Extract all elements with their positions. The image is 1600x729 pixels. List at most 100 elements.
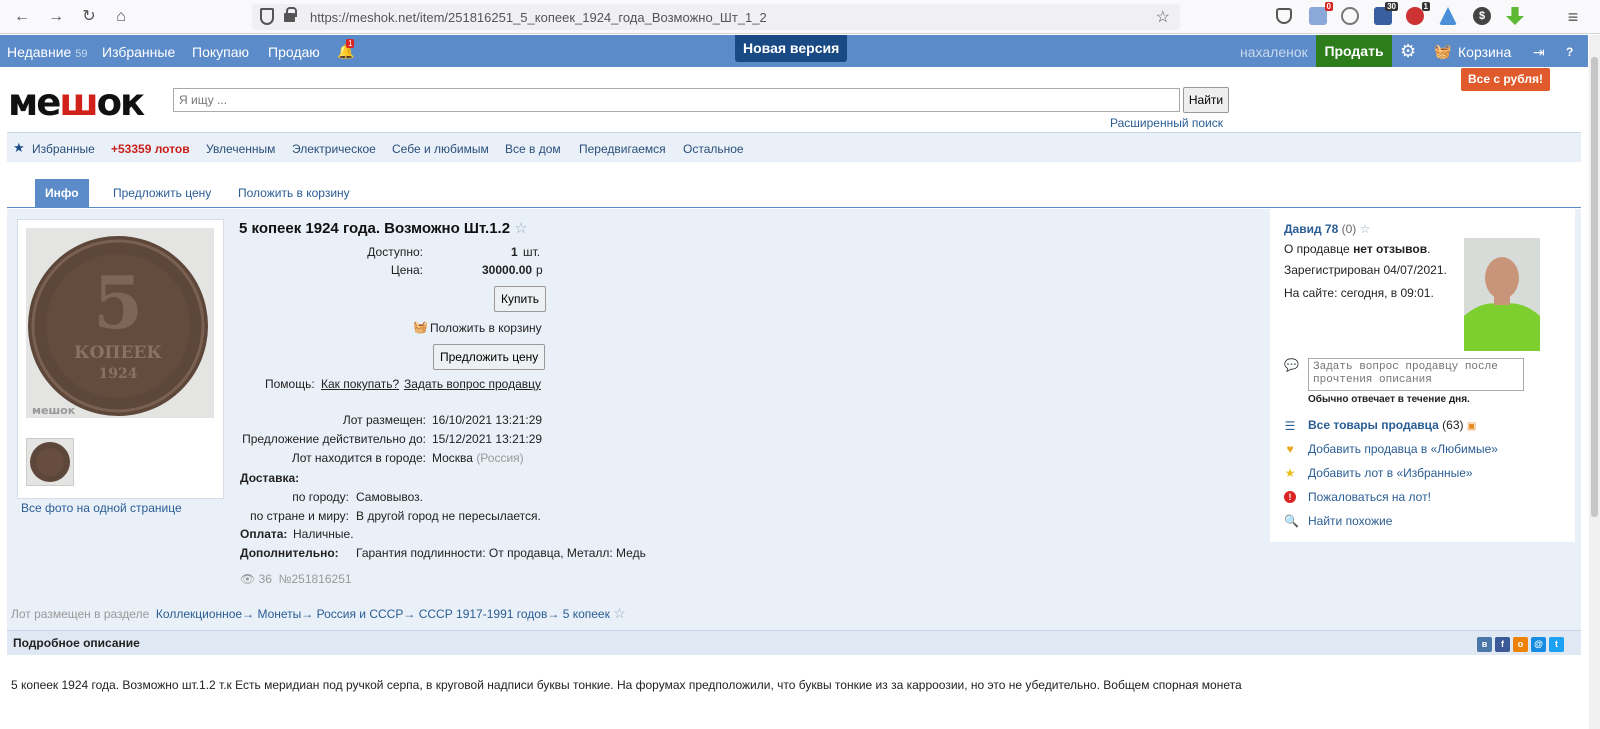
tab-offer-price[interactable]: Предложить цену — [103, 179, 221, 208]
breadcrumb-item[interactable]: Россия и СССР — [317, 607, 404, 621]
extension-icon[interactable]: 30 — [1374, 2, 1398, 25]
nav-recent[interactable]: Недавние 59 — [7, 44, 87, 60]
cart-icon[interactable]: 🧺 — [1434, 43, 1451, 60]
breadcrumb-item[interactable]: Коллекционное — [156, 607, 242, 621]
cat-item[interactable]: Увлеченным — [206, 142, 275, 156]
payment-label: Оплата: — [240, 527, 288, 541]
bookmark-star-icon[interactable]: ☆ — [1156, 7, 1170, 27]
breadcrumb-item[interactable]: Монеты — [257, 607, 301, 621]
rss-icon[interactable]: ▣ — [1467, 421, 1476, 432]
add-to-cart-link[interactable]: Положить в корзину — [430, 321, 542, 335]
breadcrumb-prefix: Лот размещен в разделе — [11, 607, 150, 621]
mailru-icon[interactable]: @ — [1531, 637, 1546, 652]
bell-badge: 1 — [346, 39, 355, 48]
sell-button[interactable]: Продать — [1316, 35, 1392, 67]
cat-new-lots[interactable]: +53359 лотов — [111, 142, 190, 156]
username[interactable]: нахаленок — [1240, 44, 1308, 60]
seller-avatar[interactable] — [1464, 238, 1540, 351]
nav-buying[interactable]: Покупаю — [192, 44, 249, 60]
forward-arrow-icon[interactable]: → — [46, 7, 66, 27]
cart-add-icon: 🧺 — [413, 320, 428, 334]
download-icon[interactable] — [1506, 7, 1524, 25]
cat-item[interactable]: Остальное — [683, 142, 744, 156]
globe-icon[interactable] — [1341, 7, 1359, 25]
breadcrumb-item[interactable]: 5 копеек — [563, 607, 610, 621]
payment-value: Наличные. — [293, 527, 354, 541]
how-to-buy-link[interactable]: Как покупать? — [321, 377, 399, 391]
available-value: 1 — [511, 245, 518, 259]
shield-icon — [260, 8, 274, 25]
all-from-ruble-button[interactable]: Все с рубля! — [1461, 68, 1550, 91]
list-icon: ☰ — [1284, 419, 1296, 433]
ext-badge: 30 — [1385, 2, 1398, 11]
ask-seller-input[interactable] — [1308, 358, 1524, 391]
site-logo[interactable]: мешок — [8, 81, 145, 124]
search-input[interactable] — [173, 88, 1180, 112]
url-text: https://meshok.net/item/251816251_5_копе… — [310, 10, 767, 25]
cat-item[interactable]: Электрическое — [292, 142, 376, 156]
odnoklassniki-icon[interactable]: о — [1513, 637, 1528, 652]
lot-title: 5 копеек 1924 года. Возможно Шт.1.2 ☆ — [239, 220, 528, 237]
new-version-button[interactable]: Новая версия — [735, 35, 848, 62]
menu-icon[interactable]: ≡ — [1563, 7, 1583, 27]
extension-icon[interactable] — [1439, 7, 1457, 25]
logout-icon[interactable]: ⇥ — [1533, 44, 1545, 61]
price-label: Цена: — [390, 263, 423, 277]
bell-icon[interactable]: 🔔 1 — [337, 39, 355, 60]
advanced-search-link[interactable]: Расширенный поиск — [1110, 116, 1223, 130]
valid-until-value: 15/12/2021 13:21:29 — [432, 432, 543, 446]
help-icon[interactable]: ? — [1566, 45, 1573, 59]
coin-year: 1924 — [99, 366, 138, 382]
cart-link[interactable]: Корзина — [1458, 44, 1511, 60]
coin-thumb-image — [30, 442, 70, 482]
favorite-star-icon[interactable]: ☆ — [514, 220, 527, 237]
seller-name-row: Давид 78 (0) ☆ — [1284, 222, 1371, 236]
tab-add-to-cart[interactable]: Положить в корзину — [228, 179, 360, 208]
tab-info[interactable]: Инфо — [35, 179, 89, 208]
cat-item[interactable]: Передвигаемся — [579, 142, 666, 156]
home-icon[interactable]: ⌂ — [111, 7, 131, 27]
seller-name-link[interactable]: Давид 78 — [1284, 222, 1338, 236]
cat-item[interactable]: Все в дом — [505, 142, 561, 156]
buy-button[interactable]: Купить — [494, 286, 546, 312]
dollar-icon[interactable]: $ — [1473, 7, 1491, 25]
all-photos-link[interactable]: Все фото на одной странице — [21, 501, 182, 515]
photo-thumbnail[interactable] — [26, 438, 74, 486]
main-photo[interactable]: 5 КОПЕЕК 1924 мешок — [26, 228, 214, 418]
facebook-icon[interactable]: f — [1495, 637, 1510, 652]
add-favorite-lot-link[interactable]: Добавить лот в «Избранные» — [1308, 466, 1473, 480]
vertical-scrollbar[interactable] — [1589, 35, 1600, 729]
all-items-link[interactable]: Все товары продавца — [1308, 418, 1439, 432]
breadcrumb-star-icon[interactable]: ☆ — [613, 605, 626, 621]
delivery-city-value: Самовывоз. — [356, 490, 424, 504]
gear-icon[interactable]: ⚙ — [1400, 41, 1416, 62]
breadcrumb-item[interactable]: СССР 1917-1991 годов — [419, 607, 548, 621]
nav-selling[interactable]: Продаю — [268, 44, 320, 60]
description-title: Подробное описание — [13, 636, 140, 650]
back-arrow-icon[interactable]: ← — [12, 7, 32, 27]
category-bar: ★ Избранные +53359 лотов Увлеченным Элек… — [7, 132, 1581, 162]
ask-seller-link[interactable]: Задать вопрос продавцу — [404, 377, 541, 391]
seller-star-icon[interactable]: ☆ — [1360, 222, 1371, 236]
twitter-icon[interactable]: t — [1549, 637, 1564, 652]
nav-favorites[interactable]: Избранные — [102, 44, 175, 60]
extension-icon[interactable]: 0 — [1309, 2, 1333, 25]
complain-link[interactable]: Пожаловаться на лот! — [1308, 490, 1431, 504]
cat-favorites[interactable]: Избранные — [32, 142, 95, 156]
scrollbar-thumb[interactable] — [1591, 57, 1598, 517]
adblock-icon[interactable]: 1 — [1406, 2, 1430, 25]
reload-icon[interactable]: ↻ — [79, 7, 99, 27]
find-similar-link[interactable]: Найти похожие — [1308, 514, 1392, 528]
offer-price-button[interactable]: Предложить цену — [433, 344, 546, 370]
pocket-icon[interactable] — [1276, 8, 1292, 24]
placed-value: 16/10/2021 13:21:29 — [432, 413, 543, 427]
cat-item[interactable]: Себе и любимым — [392, 142, 489, 156]
available-unit: шт. — [523, 245, 541, 259]
city-label: Лот находится в городе: — [291, 451, 426, 465]
search-button[interactable]: Найти — [1183, 87, 1229, 113]
photo-gallery: 5 КОПЕЕК 1924 мешок — [17, 219, 224, 499]
vk-icon[interactable]: в — [1477, 637, 1492, 652]
photo-watermark: мешок — [32, 404, 76, 417]
address-bar[interactable]: https://meshok.net/item/251816251_5_копе… — [252, 4, 1180, 30]
add-favorite-seller-link[interactable]: Добавить продавца в «Любимые» — [1308, 442, 1498, 456]
